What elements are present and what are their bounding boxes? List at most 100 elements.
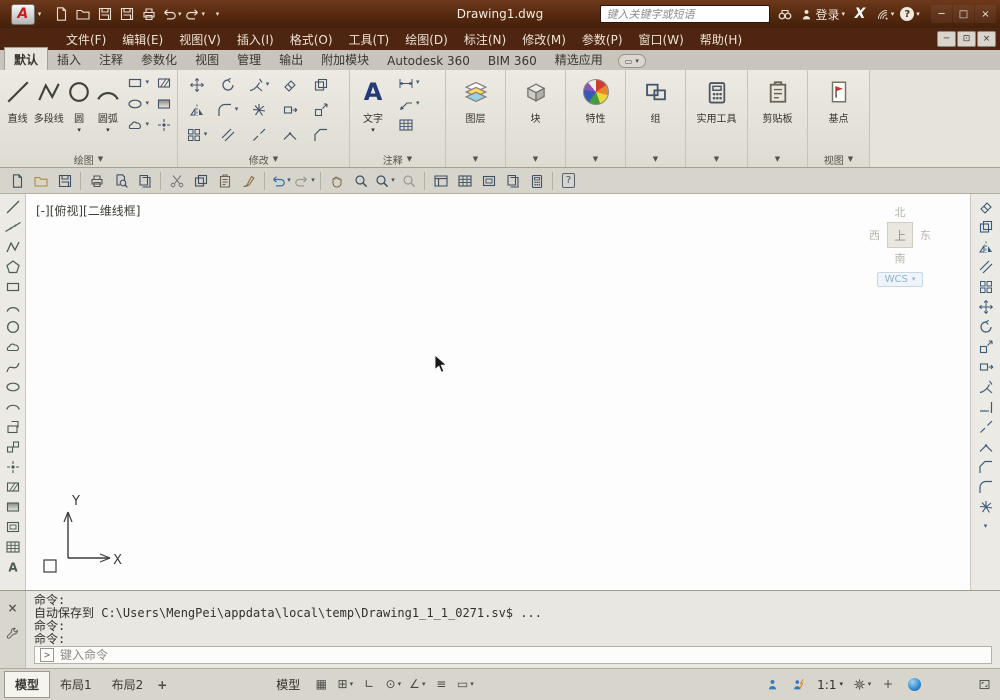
toolbar-redo-button[interactable]: ▾ — [293, 170, 316, 192]
toolbar-pan-button[interactable] — [325, 170, 348, 192]
tab-view[interactable]: 视图 — [186, 48, 228, 70]
command-input[interactable] — [60, 648, 986, 662]
ribbon-display-toggle[interactable]: ▭ ▾ — [617, 54, 646, 68]
workspace-switching-button[interactable]: ▾ — [850, 674, 874, 696]
gradient-tool-button[interactable] — [3, 498, 23, 515]
toolbar-publish-button[interactable] — [133, 170, 156, 192]
tab-insert[interactable]: 插入 — [48, 48, 90, 70]
save-button[interactable] — [94, 3, 115, 26]
toolbar-new-button[interactable] — [5, 170, 28, 192]
copy-button[interactable] — [305, 75, 336, 94]
snap-toggle[interactable]: ⊞ ▾ — [333, 674, 357, 696]
tab-autodesk-360[interactable]: Autodesk 360 — [378, 51, 479, 70]
fillet-tool-button[interactable] — [976, 478, 996, 495]
polar-tracking-toggle[interactable]: ⊙ ▾ — [381, 674, 405, 696]
move-tool-button[interactable] — [976, 298, 996, 315]
ortho-toggle[interactable]: ∟ — [357, 674, 381, 696]
clipboard-panel-footer[interactable]: ▼ — [748, 152, 807, 167]
offset-tool-button[interactable] — [976, 258, 996, 275]
redo-button[interactable]: ▾ — [184, 3, 207, 26]
doc-close-button[interactable]: × — [977, 31, 996, 47]
tab-addins[interactable]: 附加模块 — [312, 48, 378, 70]
move-button[interactable] — [181, 75, 212, 94]
layers-button[interactable]: 图层 — [449, 73, 502, 125]
tab-featured-apps[interactable]: 精选应用 — [546, 48, 612, 70]
selection-cycling-toggle[interactable]: ▭ ▾ — [453, 674, 477, 696]
chamfer-tool-button[interactable] — [976, 458, 996, 475]
block-button[interactable]: 块 — [509, 73, 562, 125]
tab-output[interactable]: 输出 — [270, 48, 312, 70]
polyline-tool-button[interactable] — [3, 238, 23, 255]
utilities-panel-footer[interactable]: ▼ — [686, 152, 747, 167]
properties-panel-footer[interactable]: ▼ — [566, 152, 625, 167]
menu-window[interactable]: 窗口(W) — [631, 28, 692, 51]
viewcube[interactable]: 北 西 上 东 南 WCS ▾ — [854, 204, 946, 287]
insert-block-tool-button[interactable] — [3, 418, 23, 435]
toolbar-save-button[interactable] — [53, 170, 76, 192]
close-command-window-button[interactable]: × — [7, 601, 17, 615]
stretch-button[interactable] — [274, 100, 305, 119]
chamfer-button[interactable] — [305, 125, 336, 144]
layout1-tab[interactable]: 布局1 — [50, 672, 102, 697]
model-tab[interactable]: 模型 — [4, 671, 51, 698]
toolbar-zoom-window-button[interactable]: ▾ — [373, 170, 396, 192]
toolbar-undo-button[interactable]: ▾ — [269, 170, 292, 192]
model-space-toggle[interactable]: 模型 — [267, 672, 309, 697]
search-button[interactable] — [775, 3, 795, 25]
annotation-scale-button[interactable]: 1:1 ▾ — [812, 674, 848, 696]
leader-button[interactable]: ▾ — [396, 94, 422, 113]
search-input[interactable] — [600, 5, 771, 23]
viewcube-top-face[interactable]: 上 — [887, 222, 913, 248]
extend-tool-button[interactable] — [976, 398, 996, 415]
multiline-text-tool-button[interactable] — [3, 558, 23, 575]
toolbar-help-button[interactable]: ? — [557, 170, 580, 192]
circle-button[interactable]: 圆 ▾ — [65, 73, 93, 134]
break-button[interactable] — [243, 125, 274, 144]
viewport-controls[interactable]: [-][俯视][二维线框] — [36, 202, 140, 219]
toolbar-zoom-realtime-button[interactable] — [349, 170, 372, 192]
toolbar-zoom-previous-button[interactable] — [397, 170, 420, 192]
table-button[interactable] — [396, 115, 422, 134]
undo-button[interactable]: ▾ — [160, 3, 183, 26]
drawing-canvas[interactable]: [-][俯视][二维线框] 北 西 上 东 南 WCS ▾ Y X — [26, 194, 970, 590]
new-layout-button[interactable]: + — [153, 676, 171, 694]
grid-toggle[interactable]: ▦ — [309, 674, 333, 696]
mirror-button[interactable] — [181, 100, 212, 119]
copy-tool-button[interactable] — [976, 218, 996, 235]
arc-button[interactable]: 圆弧 ▾ — [93, 73, 122, 134]
toolbar-paste-button[interactable] — [213, 170, 236, 192]
layers-panel-footer[interactable]: ▼ — [446, 152, 505, 167]
scale-button[interactable] — [305, 100, 336, 119]
block-panel-footer[interactable]: ▼ — [506, 152, 565, 167]
array-tool-button[interactable] — [976, 278, 996, 295]
text-button[interactable]: A 文字 ▾ — [353, 73, 393, 134]
tab-annotate[interactable]: 注释 — [90, 48, 132, 70]
annotation-visibility-toggle[interactable] — [760, 674, 784, 696]
toolbar-preview-button[interactable] — [109, 170, 132, 192]
plot-button[interactable] — [138, 3, 159, 26]
utilities-button[interactable]: 实用工具 — [689, 73, 744, 125]
toolbar-match-properties-button[interactable] — [237, 170, 260, 192]
help-button[interactable]: ? ▾ — [900, 3, 920, 25]
view-panel-footer[interactable]: 视图 ▼ — [808, 152, 869, 168]
viewcube-south-label[interactable]: 南 — [895, 250, 906, 266]
annotation-autoscale-toggle[interactable] — [786, 674, 810, 696]
tab-manage[interactable]: 管理 — [228, 48, 270, 70]
modify-panel-footer[interactable]: 修改 ▼ — [178, 152, 349, 168]
dimension-button[interactable]: ▾ — [396, 73, 422, 92]
wcs-menu[interactable]: WCS ▾ — [876, 272, 924, 287]
rectangle-tool-button[interactable] — [3, 278, 23, 295]
trim-button[interactable]: ▾ — [243, 75, 274, 94]
explode-tool-button[interactable] — [976, 498, 996, 515]
exchange-apps-button[interactable]: X — [850, 3, 870, 25]
join-button[interactable] — [274, 125, 305, 144]
viewcube-north-label[interactable]: 北 — [895, 204, 906, 220]
menu-help[interactable]: 帮助(H) — [692, 28, 750, 51]
toolbar-plot-button[interactable] — [85, 170, 108, 192]
layout2-tab[interactable]: 布局2 — [102, 672, 154, 697]
arc-tool-button[interactable] — [3, 298, 23, 315]
hatch-tool-button[interactable] — [3, 478, 23, 495]
new-button[interactable] — [50, 3, 71, 26]
create-block-tool-button[interactable] — [3, 438, 23, 455]
break-tool-button[interactable] — [976, 418, 996, 435]
